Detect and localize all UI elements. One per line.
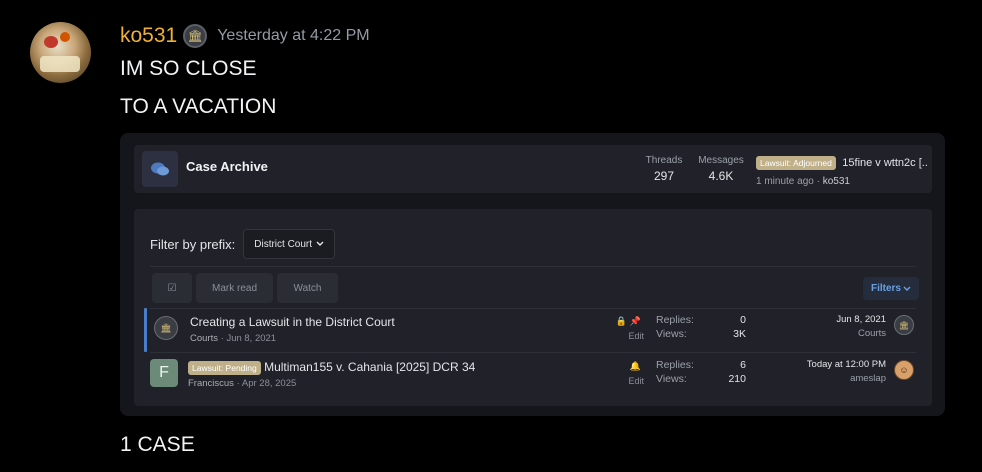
filters-label: Filters — [870, 283, 901, 294]
forum-node-card: Case Archive Threads 297 Messages 4.6K L… — [134, 145, 932, 193]
threads-label: Threads — [645, 155, 683, 166]
thread-author-avatar: F — [150, 359, 178, 387]
user-avatar[interactable] — [30, 22, 91, 83]
courthouse-icon: 🏛 — [894, 315, 914, 335]
pin-icon: 📌 — [629, 316, 644, 326]
thread-prefix-badge: Lawsuit: Pending — [188, 360, 261, 375]
last-post-date: Jun 8, 2021 — [836, 314, 886, 325]
thread-meta: Franciscus · Apr 28, 2025 — [188, 378, 296, 389]
prefix-filter-select: District Court — [243, 229, 336, 259]
latest-post: Lawsuit: Adjourned 15fine v wttn2c [... … — [756, 154, 928, 187]
thread-date: Apr 28, 2025 — [241, 378, 297, 389]
thread-last-post: Jun 8, 2021 Courts — [784, 313, 886, 341]
thread-title: Creating a Lawsuit in the District Court — [190, 315, 395, 329]
courthouse-icon[interactable]: 🏛 — [183, 24, 208, 48]
meta-separator: · — [236, 378, 240, 389]
views-label: Views: — [656, 328, 687, 340]
thread-last-post: Today at 12:00 PM ameslap — [784, 358, 886, 386]
filter-label: Filter by prefix: — [150, 236, 236, 252]
message-text-line: 1 CASE — [120, 433, 195, 456]
thread-title: Multiman155 v. Cahania [2025] DCR 34 — [264, 360, 476, 374]
select-checkbox-button: ☑ — [152, 273, 192, 303]
views-label: Views: — [656, 373, 687, 385]
thread-row: F Lawsuit: Pending Multiman155 v. Cahani… — [144, 353, 924, 397]
thread-meta: Courts · Jun 8, 2021 — [190, 333, 276, 344]
node-title: Case Archive — [186, 159, 268, 174]
threads-value: 297 — [653, 169, 675, 183]
views-count: 3K — [733, 328, 746, 340]
filter-row: Filter by prefix: District Court — [150, 229, 336, 259]
last-post-date: Today at 12:00 PM — [806, 359, 886, 370]
meta-separator: · — [816, 176, 820, 187]
message-timestamp[interactable]: Yesterday at 4:22 PM — [217, 27, 369, 45]
thread-stats: Replies: 6 Views: 210 — [656, 358, 746, 386]
thread-list-panel: Filter by prefix: District Court ☑ Mark … — [134, 209, 932, 406]
bell-icon: 🔔 — [629, 361, 644, 371]
thread-stats: Replies: 0 Views: 3K — [656, 313, 746, 341]
lock-icon: 🔒 — [615, 316, 630, 326]
thread-author: Franciscus — [188, 378, 234, 389]
filters-button: Filters — [863, 277, 919, 300]
sticky-indicator — [144, 308, 147, 352]
courthouse-icon: 🏛 — [154, 316, 178, 340]
thread-title-line: Lawsuit: Pending Multiman155 v. Cahania … — [188, 360, 475, 375]
divider — [150, 266, 916, 267]
latest-thread-title: 15fine v wttn2c [... — [842, 156, 928, 169]
views-count: 210 — [728, 373, 746, 385]
messages-value: 4.6K — [708, 169, 734, 183]
messages-stat: Messages 4.6K — [696, 155, 746, 183]
thread-row: 🏛 Creating a Lawsuit in the District Cou… — [144, 308, 924, 352]
edit-link: Edit — [628, 331, 644, 341]
message-text-line: TO A VACATION — [120, 95, 277, 118]
thread-author: Courts — [190, 333, 218, 344]
messages-label: Messages — [698, 155, 744, 166]
last-post-user: ameslap — [850, 373, 886, 384]
thread-state: 🔔 Edit — [614, 361, 644, 386]
chevron-down-icon — [316, 241, 324, 246]
edit-link: Edit — [628, 376, 644, 386]
prefix-filter-value: District Court — [254, 238, 313, 250]
mark-read-button: Mark read — [196, 273, 273, 303]
message-text-line: IM SO CLOSE — [120, 57, 257, 80]
chat-bubbles-icon — [142, 151, 178, 187]
avatar-detail — [44, 36, 58, 48]
thread-date: Jun 8, 2021 — [226, 333, 277, 344]
message-header: ko531 🏛 Yesterday at 4:22 PM — [120, 22, 370, 50]
username[interactable]: ko531 — [120, 24, 177, 48]
attached-image[interactable]: Case Archive Threads 297 Messages 4.6K L… — [120, 133, 945, 416]
replies-label: Replies: — [656, 359, 694, 371]
chevron-down-icon — [903, 286, 911, 291]
replies-count: 0 — [740, 314, 746, 326]
replies-count: 6 — [740, 359, 746, 371]
latest-time: 1 minute ago — [756, 176, 814, 187]
checkbox-icon: ☑ — [167, 282, 177, 294]
latest-user: ko531 — [822, 176, 850, 187]
threads-stat: Threads 297 — [642, 155, 686, 183]
avatar-detail — [40, 56, 80, 72]
last-post-user: Courts — [858, 328, 886, 339]
latest-meta: 1 minute ago · ko531 — [756, 176, 928, 187]
avatar-detail — [60, 32, 70, 42]
meta-separator: · — [220, 333, 224, 344]
replies-label: Replies: — [656, 314, 694, 326]
latest-prefix-badge: Lawsuit: Adjourned — [756, 155, 836, 170]
user-face-icon: ☺ — [894, 360, 914, 380]
watch-button: Watch — [277, 273, 338, 303]
thread-state: 🔒📌 Edit — [614, 316, 644, 341]
